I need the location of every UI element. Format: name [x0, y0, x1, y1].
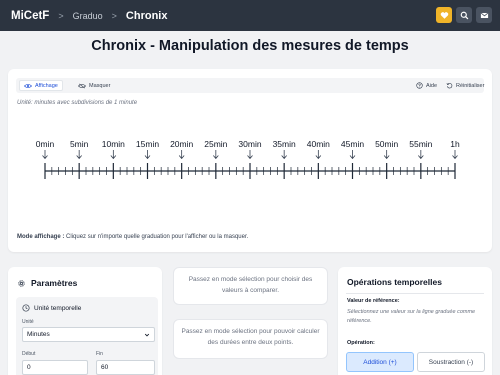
gear-icon — [18, 279, 25, 287]
tick-label: 1h — [450, 139, 460, 149]
reference-note: Sélectionnez une valeur sur la ligne gra… — [347, 309, 476, 324]
arrow-down-icon — [315, 150, 322, 160]
arrow-down-icon — [349, 150, 356, 160]
tick-label: 55min — [409, 139, 432, 149]
tick-label: 25min — [204, 139, 227, 149]
unit-label: Unité — [22, 319, 34, 325]
unit-note: Unité: minutes avec subdivisions de 1 mi… — [17, 100, 138, 106]
arrow-down-icon — [76, 150, 82, 160]
help-label: Aide — [426, 82, 438, 89]
brand-logo[interactable]: MiCetF — [11, 10, 49, 22]
help-circle-icon — [416, 82, 423, 89]
start-input[interactable]: 0 — [22, 360, 88, 375]
tick-label: 15min — [136, 139, 159, 149]
heart-icon — [440, 11, 448, 19]
params-title: Paramètres — [31, 278, 78, 288]
tick-label: 0min — [36, 139, 55, 149]
tick-label: 50min — [375, 139, 398, 149]
eye-icon — [24, 83, 32, 88]
mail-icon — [480, 12, 488, 18]
tick-label: 10min — [102, 139, 125, 149]
arrow-down-icon — [110, 150, 117, 160]
operations-title: Opérations temporelles — [347, 277, 442, 287]
time-unit-section: Unité temporelle Unité Minutes Début Fin… — [16, 297, 158, 375]
mode-note: Mode affichage : Cliquez sur n'importe q… — [17, 234, 248, 240]
tick-label: 35min — [273, 139, 296, 149]
reset-icon — [446, 82, 453, 89]
arrow-down-icon — [418, 150, 424, 160]
search-button[interactable] — [456, 7, 472, 23]
params-card: Paramètres Unité temporelle Unité Minute… — [8, 267, 162, 375]
display-mode-button[interactable]: Affichage — [19, 80, 63, 91]
ruler-toolbar: Affichage Masquer Aide Réinitialiser — [16, 78, 484, 93]
end-input-value: 60 — [101, 364, 109, 371]
breadcrumb-graduo[interactable]: Graduo — [73, 11, 103, 21]
header-actions — [436, 7, 492, 23]
arrow-down-icon — [383, 150, 390, 160]
compare-hint: Passez en mode sélection pour choisir de… — [173, 267, 328, 305]
tick-label: 30min — [238, 139, 261, 149]
start-input-value: 0 — [27, 364, 31, 371]
time-unit-header: Unité temporelle — [22, 304, 81, 312]
clock-icon — [22, 304, 30, 312]
help-button[interactable]: Aide — [416, 80, 437, 91]
end-label: Fin — [96, 351, 103, 357]
mode-note-text: Cliquez sur n'importe quelle graduation … — [66, 234, 249, 240]
arrow-down-icon — [178, 150, 185, 160]
divider — [346, 293, 484, 294]
display-mode-label: Affichage — [35, 82, 58, 89]
tick-label: 20min — [170, 139, 193, 149]
end-input[interactable]: 60 — [96, 360, 155, 375]
mail-button[interactable] — [476, 7, 492, 23]
params-header: Paramètres — [17, 278, 77, 288]
arrow-down-icon — [42, 150, 48, 160]
breadcrumb-current: Chronix — [125, 9, 168, 22]
unit-select-value: Minutes — [27, 331, 50, 338]
tick-label: 40min — [307, 139, 330, 149]
addition-button[interactable]: Addition (+) — [346, 352, 414, 372]
chevron-down-icon — [144, 333, 150, 337]
operations-card: Opérations temporelles Valeur de référen… — [338, 267, 492, 375]
time-unit-title: Unité temporelle — [34, 304, 82, 312]
hide-mode-label: Masquer — [89, 82, 111, 89]
arrow-down-icon — [144, 150, 151, 160]
operation-label: Opération: — [347, 340, 375, 346]
tick-label: 45min — [341, 139, 364, 149]
page-title: Chronix - Manipulation des mesures de te… — [91, 38, 409, 54]
reset-label: Réinitialiser — [456, 82, 485, 89]
mode-note-title: Mode affichage : — [17, 234, 65, 240]
reference-label: Valeur de référence: — [347, 298, 400, 304]
hide-mode-button[interactable]: Masquer — [78, 80, 110, 91]
number-line[interactable]: 0min 5min 10min 15min 20min 25min 30min 35min 40… — [8, 139, 492, 184]
eye-off-icon — [78, 83, 86, 88]
reset-button[interactable]: Réinitialiser — [446, 80, 484, 91]
tick-label: 5min — [70, 139, 89, 149]
ruler-card: Affichage Masquer Aide Réinitialiser Uni… — [8, 69, 492, 252]
unit-select[interactable]: Minutes — [22, 327, 155, 342]
search-icon — [460, 11, 468, 19]
start-label: Début — [22, 351, 36, 357]
breadcrumb-separator: > — [111, 10, 117, 21]
subtraction-button[interactable]: Soustraction (-) — [417, 352, 485, 372]
top-bar: MiCetF > Graduo > Chronix — [0, 0, 500, 31]
favorite-button[interactable] — [436, 7, 452, 23]
arrow-down-icon — [281, 150, 287, 160]
arrow-down-icon — [213, 150, 219, 160]
arrow-down-icon — [452, 150, 458, 160]
duration-hint: Passez en mode sélection pour pouvoir ca… — [173, 319, 328, 359]
breadcrumb-separator: > — [58, 10, 64, 21]
arrow-down-icon — [247, 150, 253, 160]
